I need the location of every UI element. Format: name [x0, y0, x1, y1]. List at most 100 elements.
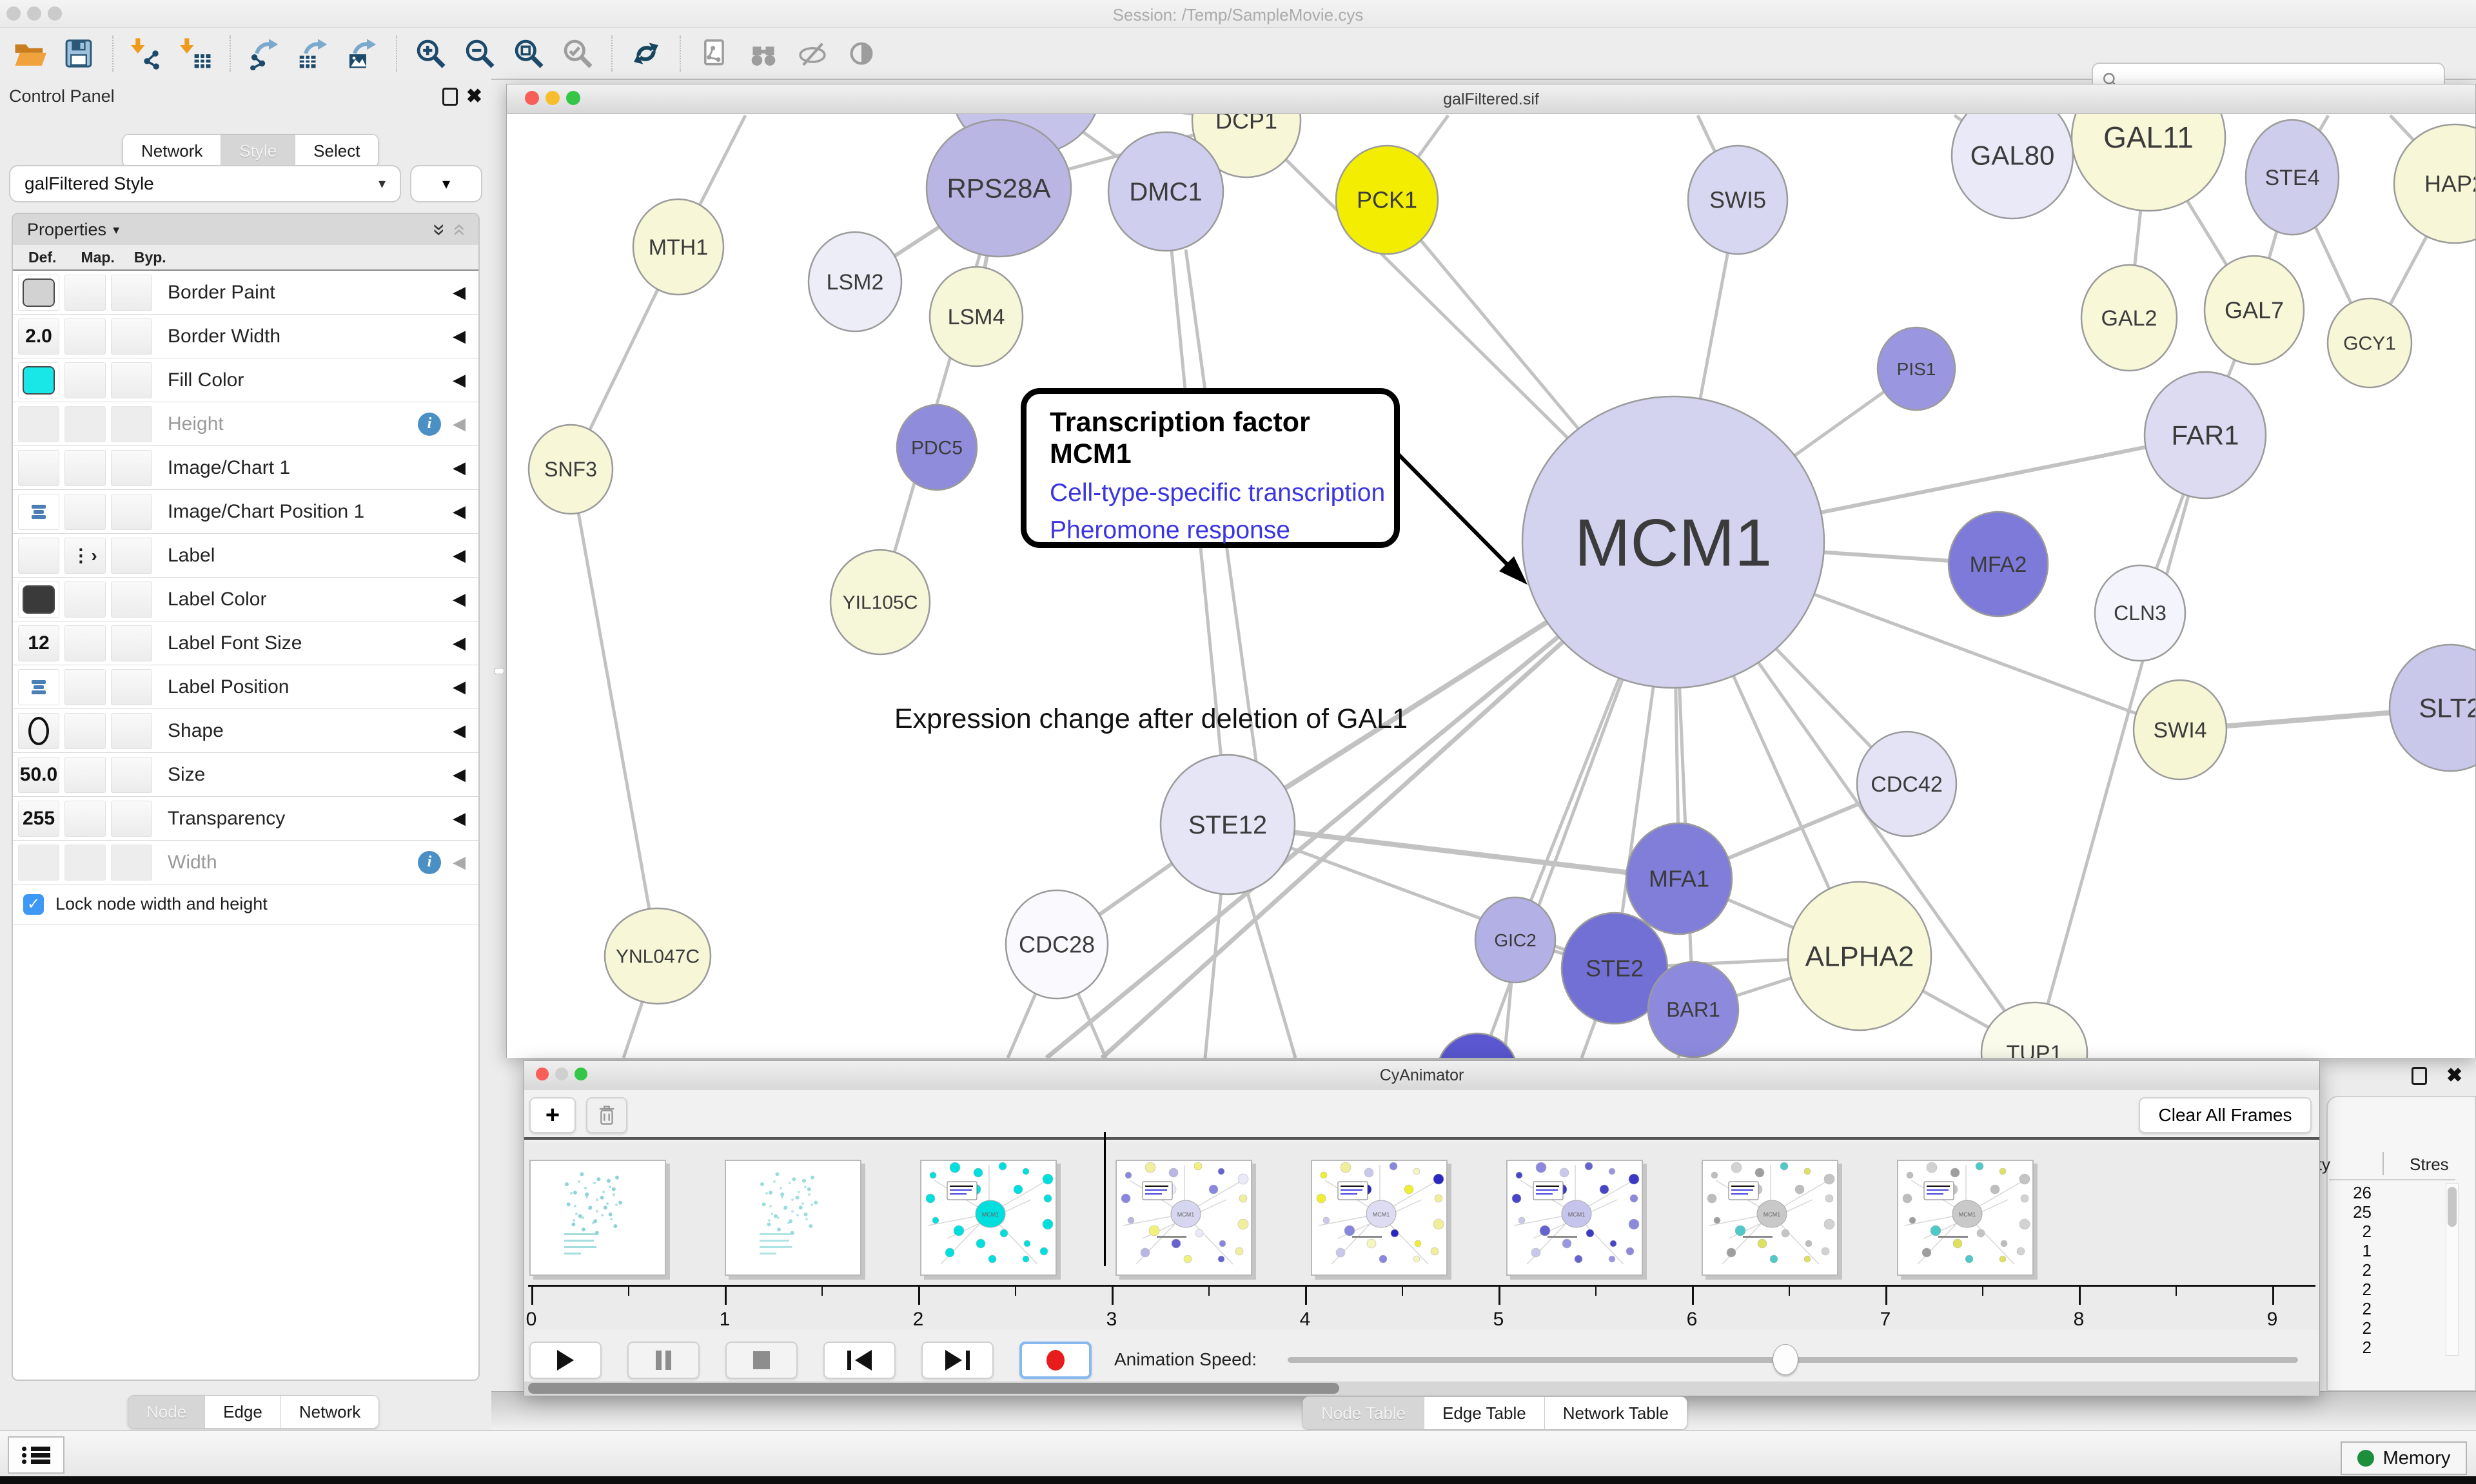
expand-row-icon[interactable]: ◀ [453, 326, 466, 346]
expand-row-icon[interactable]: ◀ [453, 677, 466, 697]
memory-button[interactable]: Memory [2341, 1441, 2467, 1475]
map-cell[interactable] [64, 757, 106, 793]
stop-button[interactable] [725, 1342, 798, 1379]
import-table-icon[interactable] [175, 33, 217, 74]
def-cell[interactable] [18, 450, 59, 486]
pause-button[interactable] [627, 1342, 700, 1379]
node-lsm4[interactable]: LSM4 [930, 267, 1023, 366]
tab-network[interactable]: Network [123, 135, 221, 167]
map-cell[interactable] [64, 494, 106, 530]
info-icon[interactable]: i [418, 413, 441, 436]
color-swatch[interactable] [23, 278, 55, 307]
tab-style[interactable]: Style [221, 135, 295, 167]
node-alpha2[interactable]: ALPHA2 [1788, 882, 1931, 1030]
tab-select[interactable]: Select [295, 135, 378, 167]
node-hap2[interactable]: HAP2 [2394, 124, 2475, 243]
expand-row-icon[interactable]: ◀ [453, 765, 466, 785]
results-vertical-scrollbar[interactable] [2446, 1183, 2459, 1356]
zoom-selected-icon[interactable] [557, 33, 598, 74]
byp-cell[interactable] [111, 669, 152, 705]
node-pis1[interactable]: PIS1 [1878, 327, 1955, 410]
annotation-box[interactable]: Transcription factor MCM1 Cell-type-spec… [1021, 388, 1400, 548]
properties-header[interactable]: Properties ▾ » » [13, 214, 478, 245]
node-ynl047c[interactable]: YNL047C [605, 908, 711, 1004]
tab-node[interactable]: Node [128, 1396, 205, 1428]
node-mcm1[interactable]: MCM1 [1522, 396, 1824, 688]
frame-thumbnail-5[interactable]: MCM1 [1506, 1160, 1643, 1276]
expand-row-icon[interactable]: ◀ [453, 721, 466, 741]
frame-thumbnail-3[interactable]: MCM1 [1115, 1160, 1252, 1276]
frame-thumbnail-1[interactable] [725, 1160, 861, 1276]
property-row-transparency[interactable]: 255Transparency◀ [13, 797, 478, 841]
node-ste12[interactable]: STE12 [1161, 755, 1295, 894]
property-row-fill-color[interactable]: Fill Color◀ [13, 358, 478, 402]
property-row-width[interactable]: Widthi◀ [13, 841, 478, 884]
close-panel-icon[interactable]: ✖ [466, 85, 482, 108]
byp-cell[interactable] [111, 625, 152, 661]
timeline-horizontal-scrollbar[interactable] [524, 1381, 2319, 1396]
def-cell[interactable] [18, 669, 59, 705]
def-cell[interactable] [18, 406, 59, 442]
def-cell[interactable]: 255 [18, 801, 59, 837]
zoom-fit-icon[interactable] [508, 33, 549, 74]
def-cell[interactable] [18, 713, 59, 749]
node-bar1[interactable]: BAR1 [1648, 962, 1738, 1057]
frame-thumbnail-7[interactable]: MCM1 [1897, 1160, 2034, 1276]
map-cell[interactable] [64, 669, 106, 705]
tab-network-table[interactable]: Network Table [1545, 1397, 1687, 1429]
byp-cell[interactable] [111, 538, 152, 574]
frame-thumbnail-2[interactable]: MCM1 [920, 1160, 1057, 1276]
import-network-icon[interactable] [126, 33, 168, 74]
map-cell[interactable] [64, 625, 106, 661]
zoom-in-icon[interactable] [410, 33, 451, 74]
node-swi5[interactable]: SWI5 [1688, 146, 1787, 254]
node-cdc42[interactable]: CDC42 [1857, 732, 1956, 836]
property-row-image-chart-position-1[interactable]: Image/Chart Position 1◀ [13, 490, 478, 534]
def-cell[interactable] [18, 581, 59, 618]
byp-cell[interactable] [111, 275, 152, 311]
byp-cell[interactable] [111, 450, 152, 486]
float-panel-icon[interactable] [442, 88, 458, 106]
scrollbar-thumb[interactable] [528, 1383, 1339, 1394]
byp-cell[interactable] [111, 713, 152, 749]
export-network-icon[interactable] [244, 33, 285, 74]
byp-cell[interactable] [111, 581, 152, 618]
byp-cell[interactable] [111, 494, 152, 530]
node-gic2[interactable]: GIC2 [1475, 897, 1555, 982]
property-row-shape[interactable]: Shape◀ [13, 709, 478, 753]
map-cell[interactable] [64, 713, 106, 749]
record-button[interactable] [1019, 1342, 1092, 1379]
open-session-icon[interactable] [9, 33, 50, 74]
node-cln3[interactable]: CLN3 [2095, 565, 2185, 661]
node-far1[interactable]: FAR1 [2145, 372, 2266, 498]
node-cdc28[interactable]: CDC28 [1006, 890, 1108, 999]
def-cell[interactable] [18, 494, 59, 530]
frame-thumbnail-6[interactable]: MCM1 [1702, 1160, 1838, 1276]
tab-edge-table[interactable]: Edge Table [1424, 1397, 1545, 1429]
def-cell[interactable] [18, 538, 59, 574]
node-dmc1[interactable]: DMC1 [1108, 132, 1223, 251]
byp-cell[interactable] [111, 362, 152, 398]
network-from-selection-icon[interactable] [694, 33, 735, 74]
expand-row-icon[interactable]: ◀ [453, 589, 466, 609]
map-cell[interactable] [64, 406, 106, 442]
map-cell[interactable] [64, 845, 106, 881]
byp-cell[interactable] [111, 845, 152, 881]
network-canvas[interactable]: RPS28BDCP1RPS28ADMC1PCK1MTH1LSM2LSM4SNF3… [507, 114, 2475, 1058]
expand-row-icon[interactable]: ◀ [453, 633, 466, 653]
apply-layout-icon[interactable] [625, 33, 667, 74]
byp-cell[interactable] [111, 406, 152, 442]
expand-row-icon[interactable]: ◀ [453, 414, 466, 434]
style-selector[interactable]: galFiltered Style ▾ [9, 165, 401, 202]
node-ste4[interactable]: STE4 [2246, 120, 2339, 235]
node-gal80[interactable]: GAL80 [1952, 114, 2073, 219]
save-session-icon[interactable] [58, 33, 99, 74]
color-swatch[interactable] [23, 585, 55, 614]
property-row-border-width[interactable]: 2.0Border Width◀ [13, 315, 478, 358]
node-gal7[interactable]: GAL7 [2205, 256, 2304, 364]
expand-row-icon[interactable]: ◀ [453, 458, 466, 478]
expand-row-icon[interactable]: ◀ [453, 282, 466, 302]
property-row-border-paint[interactable]: Border Paint◀ [13, 271, 478, 315]
property-row-label-font-size[interactable]: 12Label Font Size◀ [13, 621, 478, 665]
node-gal11[interactable]: GAL11 [2072, 114, 2225, 211]
